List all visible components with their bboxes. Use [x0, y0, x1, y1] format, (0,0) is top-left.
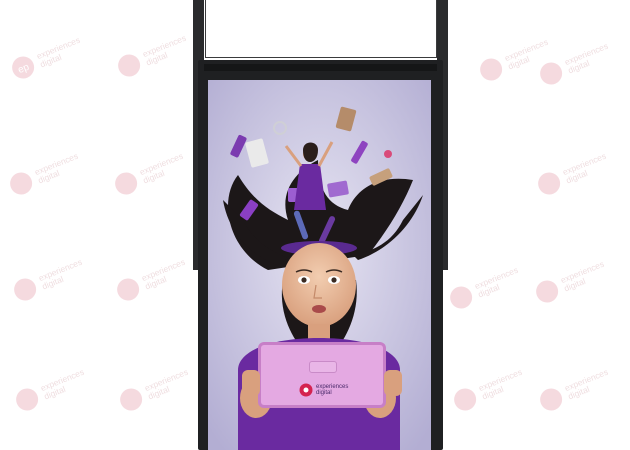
watermark-line2: digital — [566, 57, 591, 76]
watermark-line1: experiences — [563, 40, 610, 68]
watermark-line2: digital — [38, 51, 63, 70]
tablet-brand: experiences digital — [299, 383, 348, 397]
watermark-line2: digital — [146, 383, 171, 402]
watermark-line2: digital — [40, 273, 65, 292]
watermark-line1: experiences — [39, 366, 86, 394]
watermark: experiences digital — [536, 39, 614, 89]
watermark-logo-icon — [118, 54, 141, 77]
watermark-logo-icon: ep — [12, 56, 35, 79]
watermark-line1: experiences — [37, 256, 84, 284]
watermark: experiences digital — [114, 31, 192, 81]
svg-text:ep: ep — [16, 62, 31, 77]
watermark: experiences digital — [10, 255, 88, 305]
watermark-line2: digital — [476, 281, 501, 300]
watermark: experiences digital — [116, 365, 194, 415]
watermark-line1: experiences — [473, 264, 520, 292]
watermark-logo-icon — [10, 172, 33, 195]
watermark: experiences digital — [476, 35, 554, 85]
watermark-line2: digital — [36, 167, 61, 186]
watermark: ep experiences digital — [8, 33, 86, 83]
watermark: experiences digital — [111, 149, 189, 199]
watermark-line1: experiences — [559, 258, 606, 286]
watermark-logo-icon — [16, 388, 39, 411]
watermark-logo-icon — [480, 58, 503, 81]
watermark-logo-icon — [538, 172, 561, 195]
watermark-line1: experiences — [33, 150, 80, 178]
watermark: experiences digital — [534, 149, 612, 199]
watermark: experiences digital — [536, 365, 614, 415]
watermark-line2: digital — [506, 53, 531, 72]
watermark-line2: digital — [566, 383, 591, 402]
top-header-panel — [205, 0, 437, 58]
watermark: experiences digital — [6, 149, 84, 199]
watermark-line1: experiences — [138, 150, 185, 178]
watermark: experiences digital — [113, 255, 191, 305]
watermark-logo-icon — [450, 286, 473, 309]
watermark-line2: digital — [562, 275, 587, 294]
watermark-line1: experiences — [563, 366, 610, 394]
watermark: experiences digital — [532, 257, 610, 307]
brand-logo-icon — [299, 383, 313, 397]
watermark-line2: digital — [144, 49, 169, 68]
fingers — [242, 370, 260, 396]
watermark-logo-icon — [536, 280, 559, 303]
watermark-line1: experiences — [477, 366, 524, 394]
tablet-brand-line2: digital — [316, 390, 332, 396]
watermark: experiences digital — [446, 263, 524, 313]
watermark-line1: experiences — [143, 366, 190, 394]
watermark-line1: experiences — [141, 32, 188, 60]
watermark-line2: digital — [42, 383, 67, 402]
watermark-line2: digital — [564, 167, 589, 186]
speaker-grille — [204, 64, 437, 71]
display-screen: experiences digital — [208, 80, 431, 450]
watermark: experiences digital — [12, 365, 90, 415]
watermark-logo-icon — [120, 388, 143, 411]
watermark-logo-icon — [14, 278, 37, 301]
watermark-line2: digital — [141, 167, 166, 186]
watermark-line2: digital — [143, 273, 168, 292]
watermark-line1: experiences — [35, 34, 82, 62]
watermark-logo-icon — [454, 388, 477, 411]
fingers — [384, 370, 402, 396]
watermark-logo-icon — [540, 62, 563, 85]
watermark-line1: experiences — [561, 150, 608, 178]
tablet-button — [309, 361, 337, 373]
watermark: experiences digital — [450, 365, 528, 415]
watermark-line1: experiences — [503, 36, 550, 64]
watermark-logo-icon — [117, 278, 140, 301]
tablet: experiences digital — [258, 342, 386, 408]
watermark-line2: digital — [480, 383, 505, 402]
watermark-logo-icon — [115, 172, 138, 195]
watermark-line1: experiences — [140, 256, 187, 284]
watermark-logo-icon — [540, 388, 563, 411]
